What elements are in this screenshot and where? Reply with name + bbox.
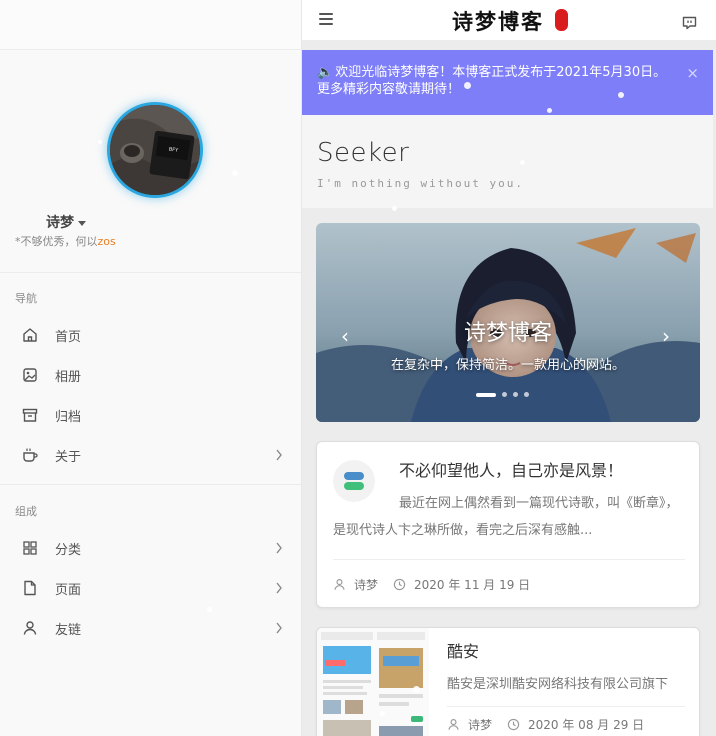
post-excerpt: 酷安是深圳酷安网络科技有限公司旗下	[447, 677, 669, 692]
sidebar-item-home[interactable]: 首页	[0, 315, 302, 355]
post-card[interactable]: 酷安 酷安是深圳酷安网络科技有限公司旗下 诗梦 2020 年 08 月 29 日	[316, 627, 700, 736]
sidebar-item-category[interactable]: 分类	[0, 528, 302, 568]
carousel-title: 诗梦博客	[463, 321, 552, 346]
snow-particle	[207, 607, 212, 612]
snow-particle	[520, 160, 525, 165]
snow-particle	[98, 140, 102, 144]
logo-seal	[555, 9, 568, 31]
motto-highlight: zos	[97, 235, 116, 248]
chevron-right-icon	[276, 449, 282, 461]
chevron-down-icon	[78, 220, 86, 226]
clock-icon	[393, 578, 406, 591]
speaker-icon: 🔈	[317, 65, 334, 80]
section-title-nav: 导航	[15, 292, 37, 305]
announcement-banner: 🔈 欢迎光临诗梦博客！本博客正式发布于2021年5月30日。更多精彩内容敬请期待！…	[302, 50, 713, 115]
post-date: 2020 年 08 月 29 日	[528, 718, 645, 732]
clock-icon	[507, 718, 520, 731]
sidebar-divider	[0, 484, 302, 485]
snow-particle	[232, 170, 238, 176]
post-author[interactable]: 诗梦	[468, 716, 492, 733]
sidebar-item-label: 页面	[55, 582, 82, 598]
post-author[interactable]: 诗梦	[354, 576, 378, 593]
post-meta: 诗梦 2020 年 08 月 29 日	[447, 716, 644, 733]
snow-particle	[618, 92, 624, 98]
section-title-components: 组成	[15, 505, 37, 518]
carousel-dot[interactable]	[513, 392, 518, 397]
snow-particle	[392, 206, 397, 211]
carousel-next-button[interactable]: ›	[662, 324, 670, 348]
close-icon[interactable]: ×	[686, 65, 699, 82]
user-icon	[448, 719, 459, 730]
post-card[interactable]: 不必仰望他人，自己亦是风景！ 最近在网上偶然看到一篇现代诗歌，叫《断章》，是现代…	[316, 441, 700, 608]
site-logo[interactable]: 诗梦博客	[452, 6, 544, 36]
image-icon	[23, 368, 37, 382]
sidebar-item-label: 首页	[55, 329, 82, 345]
page-subtitle: I'm nothing without you.	[317, 177, 524, 190]
carousel-prev-button[interactable]: ‹	[341, 324, 349, 348]
carousel-dot[interactable]	[476, 392, 496, 397]
snow-particle	[413, 686, 420, 693]
sidebar-item-friends[interactable]: 友链	[0, 608, 302, 648]
chevron-right-icon	[276, 542, 282, 554]
sidebar-item-label: 友链	[55, 622, 82, 638]
sidebar: BFY 诗梦 *不够优秀，何以zos 导航 首页 相册 归档 关于 组成 分类 …	[0, 0, 302, 736]
chevron-right-icon	[276, 622, 282, 634]
sidebar-item-label: 关于	[55, 449, 82, 465]
sidebar-item-label: 相册	[55, 369, 82, 385]
post-date: 2020 年 11 月 19 日	[414, 578, 531, 592]
sidebar-divider	[0, 272, 302, 273]
user-motto: *不够优秀，何以zos	[15, 233, 116, 249]
post-title[interactable]: 不必仰望他人，自己亦是风景！	[399, 457, 623, 481]
hero-carousel[interactable]: 诗梦博客 在复杂中，保持简洁。一款用心的网站。 ‹ ›	[316, 223, 700, 422]
post-excerpt: 最近在网上偶然看到一篇现代诗歌，叫《断章》，是现代诗人卞之琳所做，看完之后深有感…	[333, 496, 679, 538]
home-icon	[23, 328, 37, 342]
user-icon	[23, 621, 37, 635]
post-thumbnail[interactable]	[317, 628, 429, 736]
carousel-indicators	[476, 392, 529, 397]
post-title[interactable]: 酷安	[447, 638, 479, 662]
sidebar-item-pages[interactable]: 页面	[0, 568, 302, 608]
user-name[interactable]: 诗梦	[46, 212, 86, 232]
sidebar-item-archive[interactable]: 归档	[0, 395, 302, 435]
archive-icon	[22, 408, 38, 422]
sidebar-item-label: 分类	[55, 542, 82, 558]
carousel-dot[interactable]	[502, 392, 507, 397]
sidebar-item-about[interactable]: 关于	[0, 435, 302, 475]
snow-particle	[380, 711, 385, 716]
top-header: 诗梦博客	[302, 0, 716, 40]
coffee-icon	[23, 448, 38, 462]
post-meta: 诗梦 2020 年 11 月 19 日	[333, 576, 530, 593]
page-title: Seeker	[317, 138, 410, 168]
carousel-description: 在复杂中，保持简洁。一款用心的网站。	[390, 358, 625, 373]
snow-particle	[464, 82, 471, 89]
chevron-right-icon	[276, 582, 282, 594]
chat-icon[interactable]	[682, 16, 697, 30]
page-header: Seeker I'm nothing without you.	[302, 115, 713, 208]
announcement-text: 欢迎光临诗梦博客！本博客正式发布于2021年5月30日。更多精彩内容敬请期待！	[317, 65, 667, 97]
file-icon	[24, 580, 36, 596]
sidebar-item-label: 归档	[55, 409, 82, 425]
card-divider	[447, 706, 685, 707]
grid-icon	[23, 541, 37, 555]
sidebar-item-album[interactable]: 相册	[0, 355, 302, 395]
user-name-text: 诗梦	[46, 215, 74, 231]
carousel-dot[interactable]	[524, 392, 529, 397]
card-divider	[333, 559, 685, 560]
motto-text: *不够优秀，何以	[15, 235, 98, 248]
menu-icon[interactable]	[319, 13, 333, 27]
user-icon	[334, 579, 345, 590]
sidebar-top-bar	[0, 0, 301, 50]
avatar[interactable]: BFY	[107, 102, 203, 198]
snow-particle	[547, 108, 552, 113]
